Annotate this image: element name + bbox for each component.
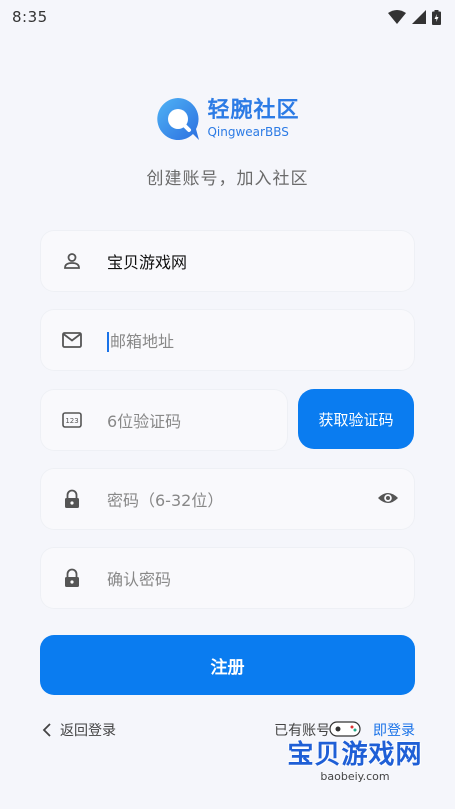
app-logo: 轻腕社区 QingwearBBS	[0, 96, 455, 142]
login-link[interactable]: 即登录	[373, 723, 415, 739]
user-icon	[60, 249, 84, 273]
svg-text:123: 123	[65, 417, 78, 425]
tagline: 创建账号，加入社区	[146, 169, 309, 189]
password-placeholder: 密码（6-32位）	[107, 491, 224, 510]
have-account-text: 已有账号 即登录	[274, 720, 415, 740]
signal-icon	[412, 10, 426, 24]
lock-icon	[60, 566, 84, 590]
email-placeholder-text: 邮箱地址	[110, 331, 175, 351]
status-bar: 8:35	[0, 0, 455, 34]
wifi-icon	[388, 10, 406, 24]
watermark-en: baobeiy.com	[320, 770, 390, 783]
register-button[interactable]: 注册	[40, 635, 415, 695]
pin-code-icon: 123	[60, 408, 84, 432]
confirm-password-placeholder: 确认密码	[107, 570, 172, 589]
status-icons	[388, 9, 441, 25]
chevron-left-icon	[42, 723, 51, 737]
status-time: 8:35	[12, 8, 48, 26]
code-placeholder: 6位验证码	[107, 412, 182, 431]
confirm-password-field[interactable]: 确认密码	[40, 547, 415, 609]
have-account-prefix: 已有账号	[274, 723, 331, 739]
password-field[interactable]: 密码（6-32位）	[40, 468, 415, 530]
username-value: 宝贝游戏网	[107, 253, 188, 272]
username-field[interactable]: 宝贝游戏网	[40, 230, 415, 292]
get-code-button[interactable]: 获取验证码	[298, 389, 414, 449]
mail-icon	[60, 328, 84, 352]
show-password-icon[interactable]	[377, 490, 399, 509]
email-field[interactable]: 邮箱地址	[40, 309, 415, 371]
logo-name-cn: 轻腕社区	[207, 98, 300, 123]
logo-name-en: QingwearBBS	[207, 125, 289, 139]
code-field[interactable]: 123 6位验证码	[40, 389, 288, 451]
logo-bubble-icon	[157, 98, 200, 140]
back-to-login-label: 返回登录	[60, 723, 116, 739]
battery-icon	[432, 9, 441, 25]
back-to-login-link[interactable]: 返回登录	[42, 720, 116, 740]
email-placeholder: 邮箱地址	[107, 328, 415, 353]
watermark: 宝贝游戏网 baobeiy.com	[280, 721, 430, 800]
watermark-cn: 宝贝游戏网	[287, 740, 423, 770]
text-cursor	[107, 332, 109, 353]
lock-icon	[60, 487, 84, 511]
